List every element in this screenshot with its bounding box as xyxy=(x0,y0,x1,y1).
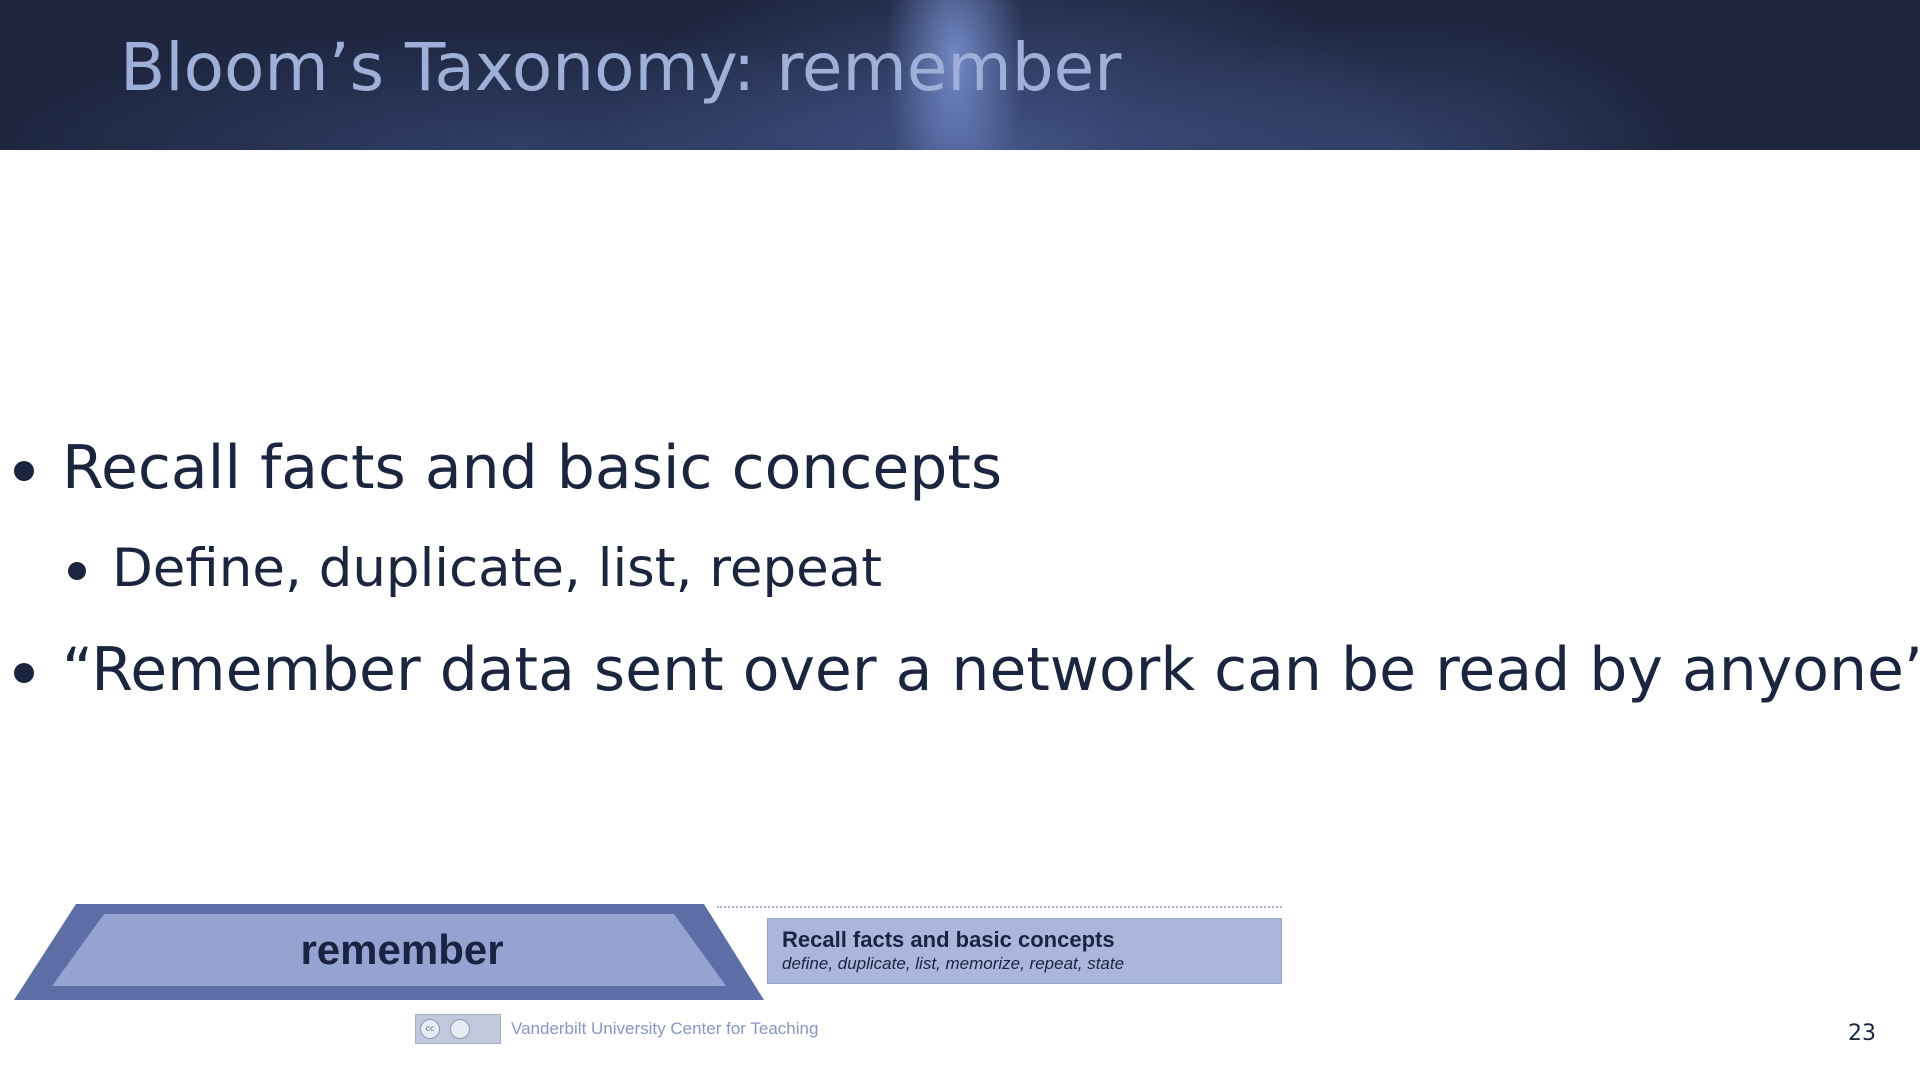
level-description-box: Recall facts and basic concepts define, … xyxy=(767,918,1282,984)
bullet-dot-icon xyxy=(14,461,34,481)
bullet-dot-icon xyxy=(68,562,86,580)
bullet-dot-icon xyxy=(14,663,34,683)
bullet-item: “Remember data sent over a network can b… xyxy=(14,634,1920,706)
sub-bullet-item: Define, duplicate, list, repeat xyxy=(68,537,883,601)
sub-bullet-text: Define, duplicate, list, repeat xyxy=(112,538,883,599)
credit-text: Vanderbilt University Center for Teachin… xyxy=(511,1019,819,1038)
title-banner: Bloom’s Taxonomy: remember xyxy=(0,0,1920,150)
bullet-text: “Remember data sent over a network can b… xyxy=(62,635,1920,705)
description-verbs: define, duplicate, list, memorize, repea… xyxy=(782,954,1125,973)
attribution-icon xyxy=(450,1019,470,1039)
cc-license-icon: cc xyxy=(420,1019,440,1039)
description-title: Recall facts and basic concepts xyxy=(782,927,1115,952)
bloom-taxonomy-graphic: remember Recall facts and basic concepts… xyxy=(12,900,1282,1050)
cc-by-icon: cc xyxy=(415,1014,501,1044)
dotted-divider xyxy=(717,906,1282,908)
remember-level-label: remember xyxy=(300,926,504,973)
bullet-text: Recall facts and basic concepts xyxy=(62,433,1003,503)
slide-title: Bloom’s Taxonomy: remember xyxy=(120,29,1122,106)
page-number: 23 xyxy=(1848,1021,1876,1046)
bullet-item: Recall facts and basic concepts xyxy=(14,432,1003,504)
slide: Bloom’s Taxonomy: remember Recall facts … xyxy=(0,0,1920,1080)
